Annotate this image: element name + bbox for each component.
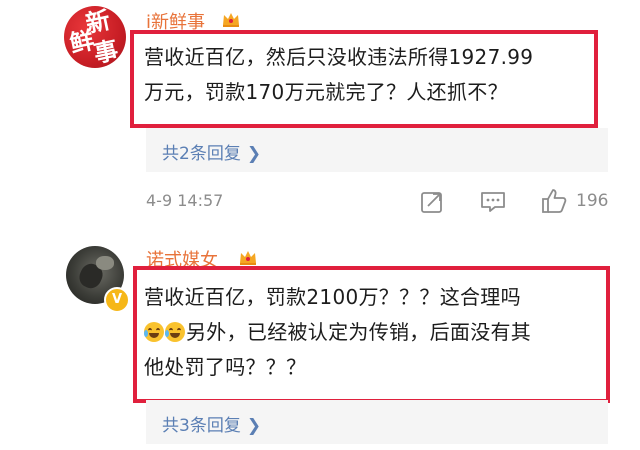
replies-count: 共2条回复 <box>162 144 241 164</box>
chevron-right-icon: ❯ <box>246 144 262 164</box>
crown-badge-icon <box>223 13 239 27</box>
avatar-image <box>96 256 114 270</box>
verified-v-badge-icon: V <box>104 287 130 313</box>
avatar-char: 事 <box>91 34 121 68</box>
comment-line-text: 另外，已经被认定为传销，后面没有其 <box>186 320 532 344</box>
view-replies-link[interactable]: 共3条回复 ❯ <box>162 411 261 436</box>
replies-box[interactable]: 共2条回复 ❯ <box>146 128 608 172</box>
comment-text: 营收近百亿，罚款2100万？？？这合理吗 另外，已经被认定为传销，后面没有其 他… <box>144 280 531 385</box>
comment-line: 万元，罚款170万元就完了？人还抓不？ <box>144 80 508 104</box>
comment-line: 另外，已经被认定为传销，后面没有其 <box>144 315 531 350</box>
view-replies-link[interactable]: 共2条回复 ❯ <box>162 139 261 164</box>
chevron-right-icon: ❯ <box>246 416 262 436</box>
replies-count: 共3条回复 <box>162 416 241 436</box>
thumbs-up-icon[interactable] <box>540 187 568 215</box>
comment-icon[interactable] <box>480 190 506 214</box>
avatar[interactable]: 新 鲜 事 <box>64 6 126 68</box>
replies-box[interactable]: 共3条回复 ❯ <box>146 400 608 444</box>
laugh-cry-emoji <box>165 322 185 342</box>
comment-text: 营收近百亿，然后只没收违法所得1927.99 万元，罚款170万元就完了？人还抓… <box>144 40 533 110</box>
comment-timestamp: 4-9 14:57 <box>146 191 224 210</box>
laugh-cry-emoji <box>144 322 164 342</box>
crown-badge-icon <box>240 251 256 265</box>
share-icon[interactable] <box>420 190 444 214</box>
comment-line: 营收近百亿，然后只没收违法所得1927.99 <box>144 45 534 69</box>
like-count: 196 <box>576 191 609 211</box>
comment-line: 他处罚了吗？？？ <box>144 355 307 379</box>
comment-line: 营收近百亿，罚款2100万？？？这合理吗 <box>144 285 521 309</box>
